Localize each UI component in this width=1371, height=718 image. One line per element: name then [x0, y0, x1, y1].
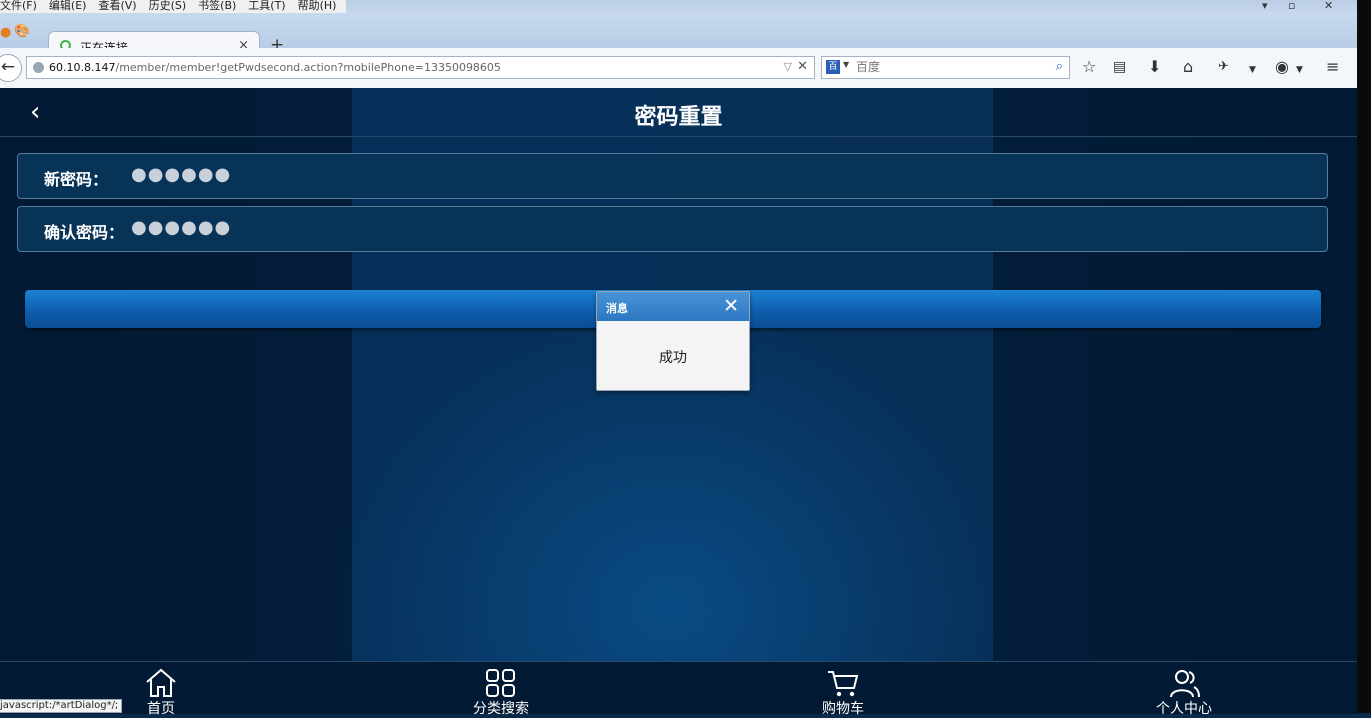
site-identity-icon[interactable]: [33, 62, 44, 73]
screen-edge: [1357, 0, 1371, 713]
firefox-menu-icon[interactable]: ●: [0, 25, 11, 40]
page-title: 密码重置: [634, 105, 723, 130]
palette-icon[interactable]: 🎨: [14, 24, 30, 39]
search-engine-dropdown-icon[interactable]: ▼: [843, 60, 849, 69]
minimize-window-icon[interactable]: ▾: [1262, 0, 1268, 11]
menu-view[interactable]: 查看(V): [98, 0, 136, 13]
url-text[interactable]: 60.10.8.147/member/member!getPwdsecond.a…: [49, 61, 501, 74]
search-input[interactable]: [856, 59, 1036, 75]
nav-category-label: 分类搜索: [473, 701, 529, 717]
url-history-dropdown-icon[interactable]: ▽: [784, 60, 792, 73]
search-bar: 百 ▼ ⌕: [821, 56, 1070, 79]
addon-dropdown-icon[interactable]: ▼: [1249, 61, 1256, 79]
reading-list-icon[interactable]: ▤: [1113, 58, 1126, 76]
globe-dropdown-icon[interactable]: ▼: [1296, 61, 1303, 79]
status-bar: javascript:/*artDialog*/;: [0, 699, 122, 713]
arrow-left-icon: ←: [0, 57, 16, 77]
user-icon: [1170, 670, 1200, 698]
menu-file[interactable]: 文件(F): [0, 0, 37, 13]
app-page: ‹ 密码重置 新密码： ●●●●●● 确认密码： ●●●●●● 提交 首页 分类…: [0, 88, 1357, 717]
nav-cart[interactable]: 购物车: [783, 668, 903, 718]
dialog-message: 成功: [659, 350, 687, 366]
menu-tools[interactable]: 工具(T): [248, 0, 285, 13]
new-password-field[interactable]: 新密码： ●●●●●●: [17, 153, 1328, 199]
nav-category-search[interactable]: 分类搜索: [441, 668, 561, 718]
menu-bookmarks[interactable]: 书签(B): [198, 0, 236, 13]
menu-history[interactable]: 历史(S): [149, 0, 187, 13]
dialog-title: 消息: [606, 302, 628, 315]
menu-help[interactable]: 帮助(H): [298, 0, 337, 13]
download-icon[interactable]: ⬇: [1148, 58, 1161, 76]
search-icon[interactable]: ⌕: [1056, 59, 1063, 74]
tab-strip: ● 🎨 正在连接... × +: [0, 13, 1357, 61]
nav-profile-label: 个人中心: [1156, 701, 1212, 717]
home-icon[interactable]: ⌂: [1183, 58, 1193, 76]
nav-cart-label: 购物车: [822, 701, 864, 717]
addon-icon[interactable]: ✈: [1218, 58, 1229, 76]
menu-bar: 文件(F) 编辑(E) 查看(V) 历史(S) 书签(B) 工具(T) 帮助(H…: [0, 0, 346, 13]
dialog-close-icon[interactable]: ✕: [723, 295, 739, 317]
close-window-icon[interactable]: ✕: [1324, 0, 1333, 11]
confirm-password-input[interactable]: ●●●●●●: [131, 217, 231, 238]
new-password-label: 新密码：: [44, 170, 109, 189]
new-password-input[interactable]: ●●●●●●: [131, 164, 231, 185]
globe-menu-icon[interactable]: ◉: [1275, 58, 1289, 76]
bottom-nav: 首页 分类搜索 购物车 个人中心: [0, 661, 1357, 717]
dialog-header: 消息 ✕: [597, 292, 749, 321]
stop-loading-icon[interactable]: ✕: [797, 59, 808, 74]
browser-back-button[interactable]: ←: [0, 54, 22, 82]
star-icon[interactable]: ☆: [1082, 58, 1096, 76]
message-dialog: 消息 ✕ 成功: [596, 291, 750, 391]
category-grid-icon: [486, 669, 515, 697]
search-engine-icon[interactable]: 百: [826, 60, 840, 74]
confirm-password-label: 确认密码：: [44, 223, 125, 242]
confirm-password-field[interactable]: 确认密码： ●●●●●●: [17, 206, 1328, 252]
cart-icon: [828, 671, 859, 697]
restore-window-icon[interactable]: ▫: [1288, 0, 1295, 11]
window-titlebar: [346, 0, 1371, 13]
home-icon: [146, 668, 176, 697]
app-header: ‹ 密码重置: [0, 88, 1357, 137]
menu-edit[interactable]: 编辑(E): [49, 0, 87, 13]
url-bar[interactable]: 60.10.8.147/member/member!getPwdsecond.a…: [26, 56, 815, 79]
nav-profile[interactable]: 个人中心: [1124, 668, 1244, 718]
hamburger-menu-icon[interactable]: ≡: [1326, 58, 1339, 76]
navigation-bar: ← 60.10.8.147/member/member!getPwdsecond…: [0, 48, 1357, 89]
